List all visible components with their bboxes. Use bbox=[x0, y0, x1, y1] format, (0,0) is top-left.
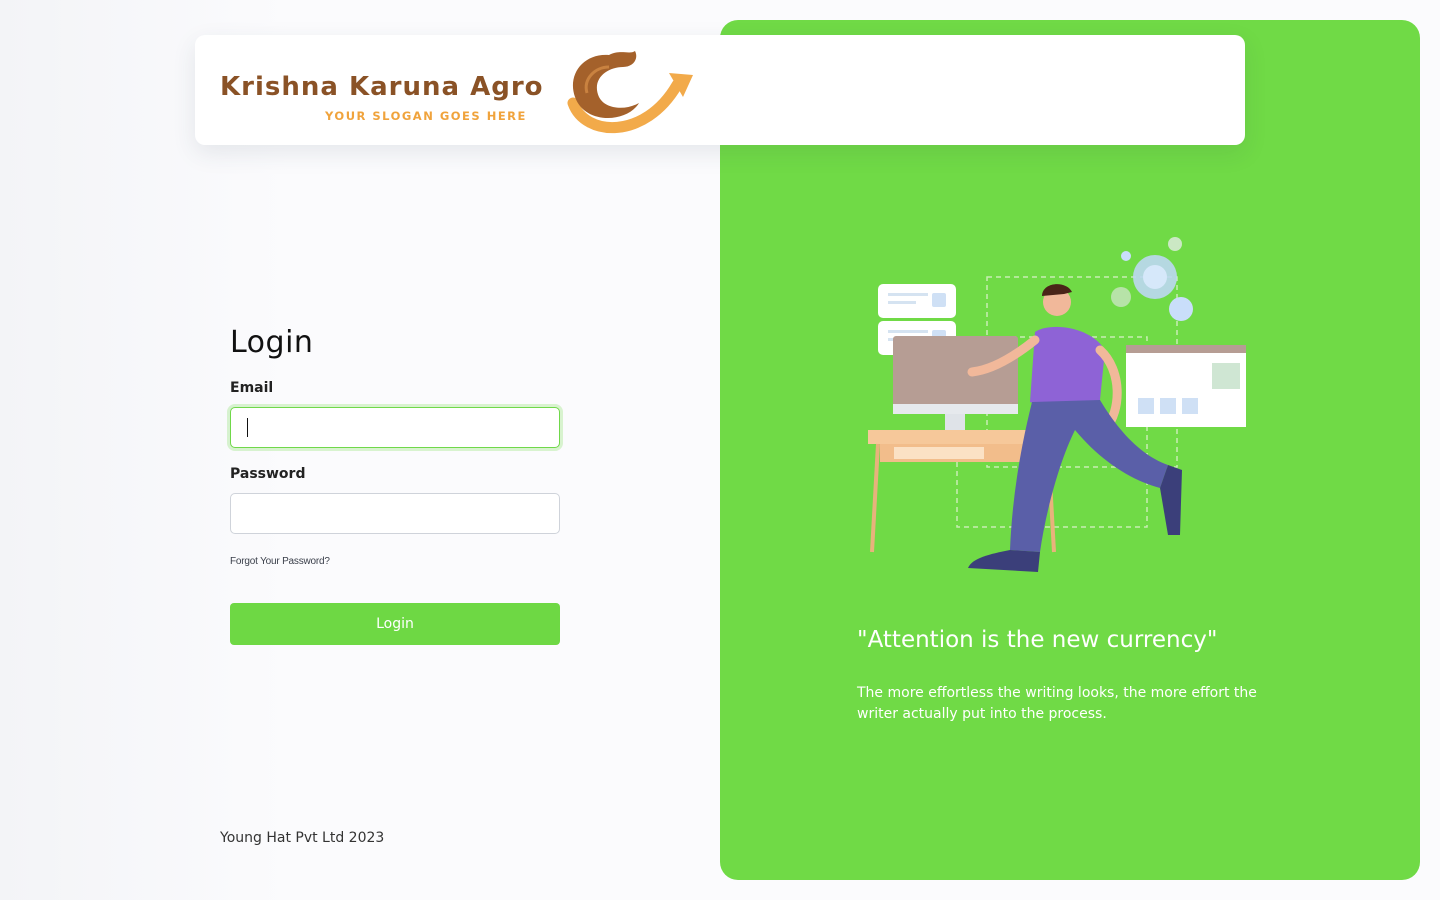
login-form: Login Email Password Forgot Your Passwor… bbox=[230, 325, 560, 645]
password-input[interactable] bbox=[230, 493, 560, 534]
password-label: Password bbox=[230, 466, 306, 482]
running-man-desk-illustration-icon bbox=[868, 237, 1246, 572]
promo-quote: "Attention is the new currency" bbox=[857, 627, 1218, 653]
brand-logo[interactable]: Krishna Karuna Agro YOUR SLOGAN GOES HER… bbox=[215, 45, 705, 137]
text-caret bbox=[247, 418, 248, 437]
login-title: Login bbox=[230, 325, 314, 360]
brand-name: Krishna Karuna Agro bbox=[220, 72, 544, 102]
email-label: Email bbox=[230, 380, 274, 396]
forgot-password-link[interactable]: Forgot Your Password? bbox=[230, 556, 330, 567]
footer-copyright: Young Hat Pvt Ltd 2023 bbox=[220, 830, 385, 846]
login-button[interactable]: Login bbox=[230, 603, 560, 645]
email-input[interactable] bbox=[230, 407, 560, 448]
brand-slogan: YOUR SLOGAN GOES HERE bbox=[325, 109, 527, 123]
header-bar: Krishna Karuna Agro YOUR SLOGAN GOES HER… bbox=[195, 35, 1245, 145]
promo-text: The more effortless the writing looks, t… bbox=[857, 685, 1257, 722]
camel-arrow-logo-icon bbox=[567, 51, 693, 134]
